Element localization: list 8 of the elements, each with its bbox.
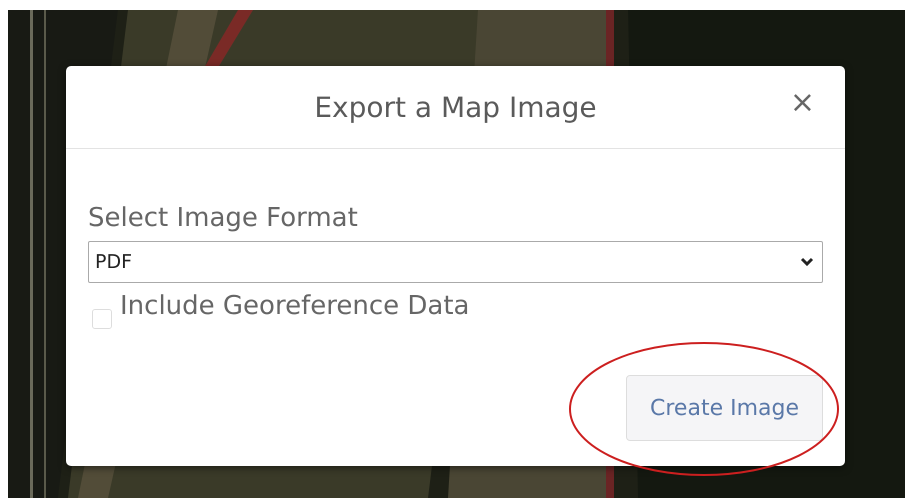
checkbox-label: Include Georeference Data [120, 291, 470, 321]
close-button[interactable]: × [786, 88, 819, 118]
create-image-button[interactable]: Create Image [626, 375, 823, 441]
dialog-title: Export a Map Image [314, 90, 597, 124]
checkbox[interactable] [92, 309, 112, 329]
format-select[interactable]: PDF [88, 241, 823, 283]
format-label: Select Image Format [88, 203, 359, 233]
chevron-down-icon [800, 257, 814, 267]
